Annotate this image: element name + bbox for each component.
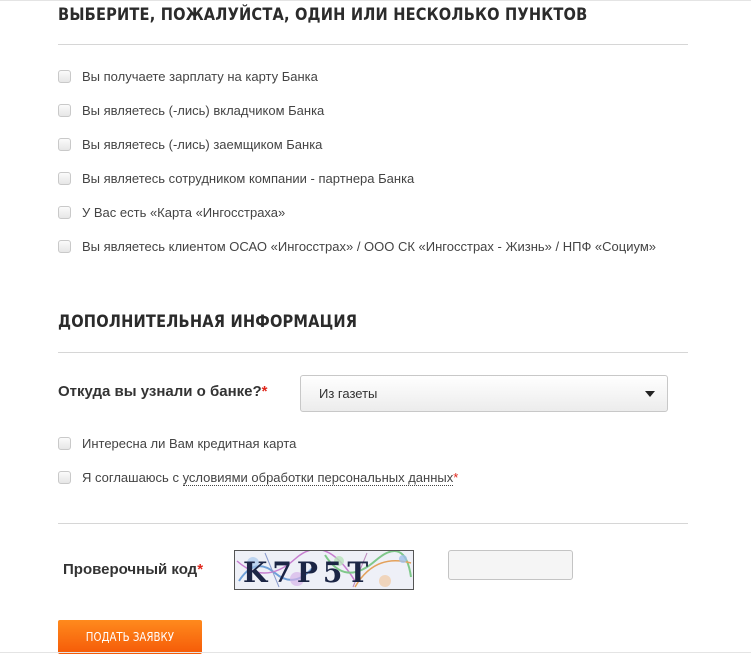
option-partner-employee[interactable]: Вы являетесь сотрудником компании - парт… (58, 169, 414, 187)
top-border (0, 0, 751, 1)
section-divider (58, 523, 688, 524)
source-select[interactable]: Из газеты (300, 375, 668, 412)
captcha-label: Проверочный код* (63, 561, 203, 578)
section-title-options: ВЫБЕРИТЕ, ПОЖАЛУЙСТА, ОДИН ИЛИ НЕСКОЛЬКО… (58, 5, 588, 25)
captcha-label-text: Проверочный код (63, 561, 198, 578)
option-label: У Вас есть «Карта «Ингосстраха» (82, 204, 286, 220)
submit-label: ПОДАТЬ ЗАЯВКУ (85, 630, 175, 644)
option-label: Вы являетесь (-лись) заемщиком Банка (82, 136, 323, 152)
dropdown-arrow-icon (645, 391, 655, 397)
credit-card-interest[interactable]: Интересна ли Вам кредитная карта (58, 434, 296, 452)
submit-application-button[interactable]: ПОДАТЬ ЗАЯВКУ (58, 620, 202, 654)
captcha-image: K7P5T (234, 550, 414, 590)
required-mark: * (197, 561, 204, 578)
bottom-border (0, 652, 751, 653)
option-ingosstrakh-client[interactable]: Вы являетесь клиентом ОСАО «Ингосстрах» … (58, 237, 656, 255)
required-mark: * (261, 383, 268, 400)
captcha-noise: K7P5T (235, 551, 413, 589)
source-label: Откуда вы узнали о банке?* (58, 383, 268, 400)
checkbox[interactable] (58, 171, 71, 185)
consent-label: Я соглашаюсь с условиями обработки персо… (82, 469, 459, 486)
checkbox[interactable] (58, 137, 71, 151)
credit-card-label: Интересна ли Вам кредитная карта (82, 435, 297, 451)
option-label: Вы являетесь сотрудником компании - парт… (82, 170, 415, 186)
consent-checkbox-row[interactable]: Я соглашаюсь с условиями обработки персо… (58, 468, 458, 486)
option-ingosstrakh-card[interactable]: У Вас есть «Карта «Ингосстраха» (58, 203, 285, 221)
consent-prefix: Я соглашаюсь с (82, 469, 183, 485)
application-form: ВЫБЕРИТЕ, ПОЖАЛУЙСТА, ОДИН ИЛИ НЕСКОЛЬКО… (0, 0, 751, 654)
option-label: Вы являетесь (-лись) вкладчиком Банка (82, 102, 325, 118)
section-divider (58, 352, 688, 353)
checkbox[interactable] (58, 69, 71, 83)
section-title-additional-info: ДОПОЛНИТЕЛЬНАЯ ИНФОРМАЦИЯ (58, 312, 358, 332)
captcha-input[interactable] (448, 550, 573, 580)
checkbox[interactable] (58, 436, 71, 450)
section-divider (58, 44, 688, 45)
required-mark: * (453, 469, 459, 485)
option-depositor[interactable]: Вы являетесь (-лись) вкладчиком Банка (58, 101, 324, 119)
option-label: Вы являетесь клиентом ОСАО «Ингосстрах» … (82, 238, 657, 254)
personal-data-terms-link[interactable]: условиями обработки персональных данных (182, 469, 454, 486)
checkbox[interactable] (58, 205, 71, 219)
option-salary-card[interactable]: Вы получаете зарплату на карту Банка (58, 67, 318, 85)
checkbox[interactable] (58, 470, 71, 484)
source-label-text: Откуда вы узнали о банке? (58, 383, 262, 400)
source-select-value: Из газеты (319, 386, 378, 401)
option-borrower[interactable]: Вы являетесь (-лись) заемщиком Банка (58, 135, 322, 153)
checkbox[interactable] (58, 239, 71, 253)
option-label: Вы получаете зарплату на карту Банка (82, 68, 318, 84)
checkbox[interactable] (58, 103, 71, 117)
captcha-text: K7P5T (243, 556, 373, 589)
